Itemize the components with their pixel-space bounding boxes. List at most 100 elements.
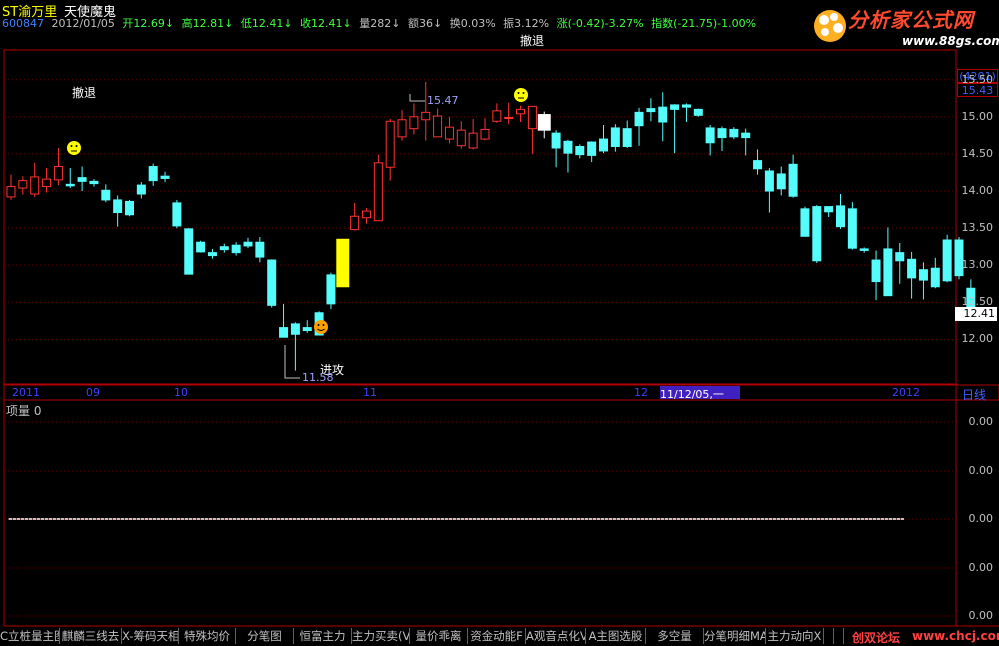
candle-body xyxy=(705,127,715,144)
candle-body xyxy=(788,163,798,197)
indicator-tab[interactable]: 恒富主力 xyxy=(294,628,352,644)
candle-body xyxy=(125,200,134,216)
candle-body xyxy=(267,259,277,306)
indicator-tab[interactable]: 麒麟三线去 xyxy=(60,628,122,644)
candle-body xyxy=(764,170,774,192)
candle-body xyxy=(753,160,763,170)
candle xyxy=(136,182,146,199)
candle-body xyxy=(255,241,265,258)
candle-body xyxy=(231,244,241,254)
candle xyxy=(326,272,336,310)
period-button[interactable]: 日线 xyxy=(962,386,986,403)
candle-body xyxy=(942,239,952,282)
candle xyxy=(231,242,241,256)
candle xyxy=(705,124,715,156)
indicator-tab[interactable]: 特殊均价 xyxy=(179,628,236,644)
candle-body xyxy=(824,206,834,213)
candle-body xyxy=(42,178,52,188)
candle-body xyxy=(65,183,75,187)
candlestick-series xyxy=(6,81,976,371)
indicator-tab[interactable]: 资金动能F xyxy=(468,628,526,644)
indicator-tab[interactable]: 量价乖离 xyxy=(410,628,468,644)
candle-body xyxy=(468,132,478,149)
candle-body xyxy=(362,210,371,219)
footer-url[interactable]: www.chcj.com xyxy=(912,629,999,643)
candle xyxy=(456,121,466,149)
price-tick-label: 13.50 xyxy=(961,221,994,235)
indicator-tab[interactable]: 主力动向X xyxy=(766,628,824,644)
candle xyxy=(741,128,751,156)
candle xyxy=(812,205,822,264)
candle-body xyxy=(847,208,857,249)
price-tick-label: 12.00 xyxy=(961,332,994,346)
candle xyxy=(717,126,727,151)
candle-body xyxy=(184,228,194,275)
candle-body xyxy=(527,105,537,130)
candle xyxy=(30,162,40,197)
candle xyxy=(397,110,407,141)
candle xyxy=(302,320,312,333)
candle-body xyxy=(812,206,822,262)
current-price-tag: 12.41 xyxy=(955,307,997,321)
indicator-tab[interactable]: X-筹码天相 xyxy=(122,628,179,644)
candle xyxy=(895,242,905,284)
time-axis[interactable]: 2011 09 10 11 12 11/12/05,一 2012 xyxy=(8,386,956,401)
indicator-tab[interactable]: A主图选股 xyxy=(586,628,646,644)
candle-body xyxy=(53,166,63,181)
indicator-tab[interactable]: A观音点化V xyxy=(526,628,586,644)
subchart-tick-label: 0.00 xyxy=(968,609,994,622)
candle xyxy=(610,124,620,152)
candle xyxy=(101,184,111,203)
indicator-tab[interactable]: 分笔图 xyxy=(236,628,294,644)
low-price-marker: 11.58 xyxy=(302,371,334,384)
candle-body xyxy=(907,258,917,279)
candle-body xyxy=(160,175,170,179)
candle-body xyxy=(646,108,656,113)
candle xyxy=(504,102,514,125)
candle xyxy=(764,168,774,213)
indicator-tab[interactable] xyxy=(834,628,844,644)
candle xyxy=(537,111,551,139)
candle-body xyxy=(670,104,680,110)
candle-body xyxy=(433,115,443,138)
time-label: 12 xyxy=(634,386,648,399)
retreat-label: 撤退 xyxy=(72,86,97,100)
candle-body xyxy=(290,323,300,335)
subchart-tick-label: 0.00 xyxy=(968,415,994,428)
indicator-tab[interactable]: 分笔明细MA xyxy=(704,628,766,644)
subchart-tick-label: 0.00 xyxy=(968,464,994,477)
candle xyxy=(646,98,656,122)
candle xyxy=(729,127,739,140)
candle-body xyxy=(859,248,869,251)
smiley-icon xyxy=(67,141,81,155)
candle-body xyxy=(729,128,739,138)
candle xyxy=(634,107,644,146)
candle-body xyxy=(444,126,454,140)
chart-frames xyxy=(3,49,999,627)
indicator-tab[interactable]: C立桩量主图 xyxy=(0,628,60,644)
candle-body xyxy=(836,205,845,228)
candle-body xyxy=(681,104,691,108)
candle-body xyxy=(599,138,608,152)
candle xyxy=(883,227,893,297)
price-tick-label: 13.00 xyxy=(961,258,994,272)
candle-body xyxy=(741,132,751,139)
price-chart[interactable] xyxy=(0,0,999,646)
candle xyxy=(373,154,383,222)
indicator-tab[interactable]: 多空量 xyxy=(646,628,704,644)
candle-body xyxy=(89,180,99,185)
footer-forum-link[interactable]: 创双论坛 xyxy=(852,629,900,646)
candle xyxy=(480,118,490,141)
candle-body xyxy=(101,189,111,201)
candle-body xyxy=(207,252,217,257)
candle xyxy=(362,208,371,224)
indicator-tab[interactable] xyxy=(824,628,834,644)
candle-body xyxy=(385,120,395,168)
indicator-tab[interactable]: 主力买卖(V xyxy=(352,628,410,644)
candle xyxy=(433,108,443,138)
candle xyxy=(516,105,526,122)
price-tick-label: 14.50 xyxy=(961,146,994,160)
candle xyxy=(125,199,134,217)
candle xyxy=(836,193,845,229)
candle-body xyxy=(504,117,514,120)
